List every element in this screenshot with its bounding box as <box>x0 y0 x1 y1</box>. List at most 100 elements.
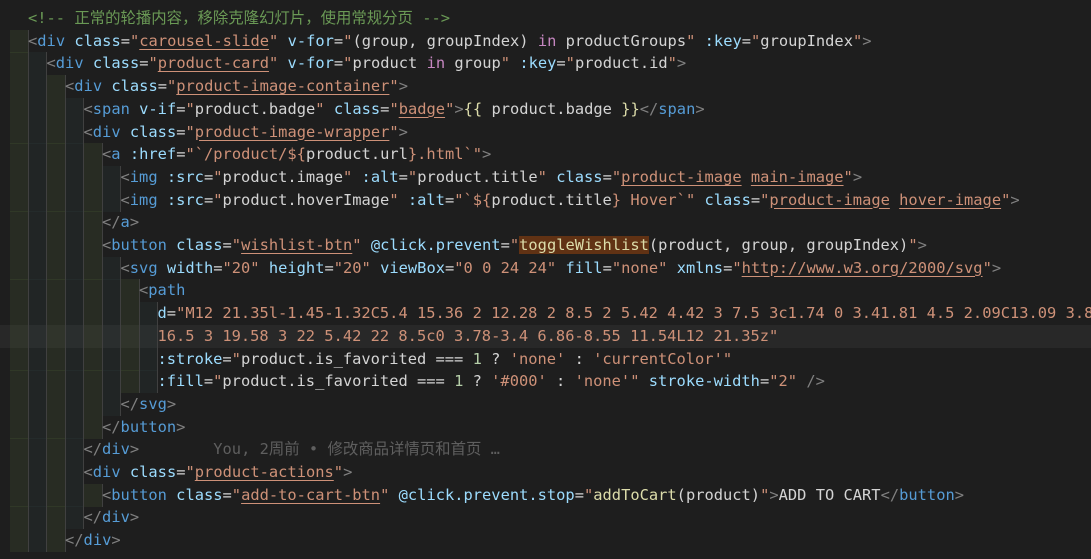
code-text: :stroke="product.is_favorited === 1 ? 'n… <box>158 350 733 368</box>
code-text: <!-- 正常的轮播内容，移除克隆幻灯片，使用常规分页 --> <box>28 9 450 27</box>
code-token: = <box>741 31 752 50</box>
code-token: img <box>129 167 158 186</box>
code-token: div <box>102 440 130 459</box>
code-line[interactable]: <img :src="product.hoverImage" :alt="`${… <box>0 188 1091 212</box>
code-line[interactable]: </button> <box>0 415 1091 439</box>
code-token: > <box>129 440 140 459</box>
code-line[interactable]: <div class="carousel-slide" v-for="(grou… <box>0 29 1091 53</box>
code-token: class <box>556 167 603 186</box>
code-token: < <box>65 77 75 96</box>
code-token: </ <box>639 99 659 118</box>
code-token: productGroups <box>556 31 687 50</box>
code-token: < <box>120 167 130 186</box>
code-token: " <box>269 31 279 50</box>
code-line[interactable]: :stroke="product.is_favorited === 1 ? 'n… <box>0 347 1091 371</box>
code-line[interactable]: <button class="wishlist-btn" @click.prev… <box>0 234 1091 257</box>
code-line[interactable]: :fill="product.is_favorited === 1 ? '#00… <box>0 370 1091 394</box>
code-token: < <box>102 485 112 504</box>
code-token: product.is_favorited === <box>222 372 455 391</box>
code-line[interactable]: </svg> <box>0 392 1091 416</box>
code-line[interactable]: <div class="product-card" v-for="product… <box>0 52 1091 76</box>
code-token: = <box>157 77 167 96</box>
code-text: <img :src="product.image" :alt="product.… <box>121 168 863 186</box>
code-text: <div class="carousel-slide" v-for="(grou… <box>28 32 872 50</box>
code-token: div <box>92 122 121 141</box>
code-token: " <box>231 485 242 504</box>
code-token: `${ <box>463 190 492 209</box>
code-token: " <box>185 122 195 141</box>
code-token: </ <box>83 440 103 459</box>
code-line[interactable]: 16.5 3 19.58 3 22 5.42 22 8.5c0 3.78-3.4… <box>0 324 1091 348</box>
code-line[interactable]: </a> <box>0 211 1091 235</box>
code-token: span <box>92 99 130 118</box>
code-token: :src <box>166 167 204 186</box>
code-token: "20" <box>222 258 260 277</box>
code-text: </button> <box>102 418 185 436</box>
code-token: " <box>537 167 547 186</box>
code-text: </div> <box>84 508 140 526</box>
code-token: wishlist-btn <box>241 236 353 254</box>
code-token: v-for <box>287 54 334 73</box>
code-line[interactable]: </div> <box>0 529 1091 553</box>
code-line[interactable]: </div> You, 2周前 • 修改商品详情页和首页 … <box>0 438 1091 462</box>
code-token: "M12 21.35l-1.45-1.32C5.4 15.36 2 12.28 … <box>176 304 1091 323</box>
code-text: <svg width="20" height="20" viewBox="0 0… <box>121 259 1002 277</box>
code-token: " <box>760 485 770 504</box>
code-token: = <box>602 258 612 277</box>
code-token: hover-image <box>899 190 1002 209</box>
code-line[interactable]: <button class="add-to-cart-btn" @click.p… <box>0 483 1091 507</box>
code-line[interactable]: <span v-if="product.badge" class="badge"… <box>0 97 1091 121</box>
code-token: "2" <box>769 372 798 391</box>
code-editor[interactable]: <!-- 正常的轮播内容，移除克隆幻灯片，使用常规分页 --> <div clas… <box>0 0 1091 559</box>
code-token: product.url <box>305 145 408 164</box>
code-token: " <box>751 31 761 50</box>
code-line[interactable]: <a :href="`/product/${product.url}.html`… <box>0 143 1091 167</box>
code-token: = <box>500 236 510 254</box>
code-text: <div class="product-image-container"> <box>65 77 408 95</box>
code-token: " <box>352 236 362 254</box>
code-token: 1 <box>472 349 482 368</box>
code-line[interactable]: d="M12 21.35l-1.45-1.32C5.4 15.36 2 12.2… <box>0 302 1091 326</box>
code-token: = <box>203 190 214 209</box>
code-token: :href <box>129 145 177 164</box>
code-token: product.is_favorited === <box>240 349 473 368</box>
code-token: < <box>83 99 93 118</box>
code-token: " <box>667 54 677 73</box>
code-text: </div> <box>65 531 121 549</box>
code-token: " <box>380 485 390 504</box>
code-line[interactable]: <div class="product-actions"> <box>0 461 1091 484</box>
code-token: = <box>139 54 149 73</box>
code-line[interactable]: <div class="product-image-wrapper"> <box>0 120 1091 144</box>
code-line[interactable]: </div> <box>0 506 1091 530</box>
code-token: = <box>602 167 612 186</box>
code-token: " <box>342 167 353 186</box>
code-token: = <box>176 99 186 118</box>
code-text: <path <box>139 281 185 299</box>
code-token: <!-- 正常的轮播内容，移除克隆幻灯片，使用常规分页 --> <box>28 9 450 27</box>
code-text: <button class="wishlist-btn" @click.prev… <box>102 236 927 254</box>
code-line[interactable]: <img :src="product.image" :alt="product.… <box>0 165 1091 189</box>
code-line[interactable]: <!-- 正常的轮播内容，移除克隆幻灯片，使用常规分页 --> <box>0 7 1091 30</box>
code-token: < <box>83 122 93 141</box>
code-token: product.badge <box>194 99 316 118</box>
code-token: " <box>231 236 242 254</box>
code-token: " <box>231 349 241 368</box>
code-token: " <box>389 77 399 96</box>
code-line[interactable]: <path <box>0 279 1091 303</box>
code-line[interactable]: <div class="product-image-container"> <box>0 75 1091 99</box>
code-token: "20" <box>333 258 371 277</box>
code-token: main-image <box>750 167 844 186</box>
code-token: " <box>185 145 195 164</box>
code-line[interactable]: <svg width="20" height="20" viewBox="0 0… <box>0 256 1091 280</box>
code-token: > <box>852 167 863 186</box>
code-token: addToCart <box>593 485 677 504</box>
